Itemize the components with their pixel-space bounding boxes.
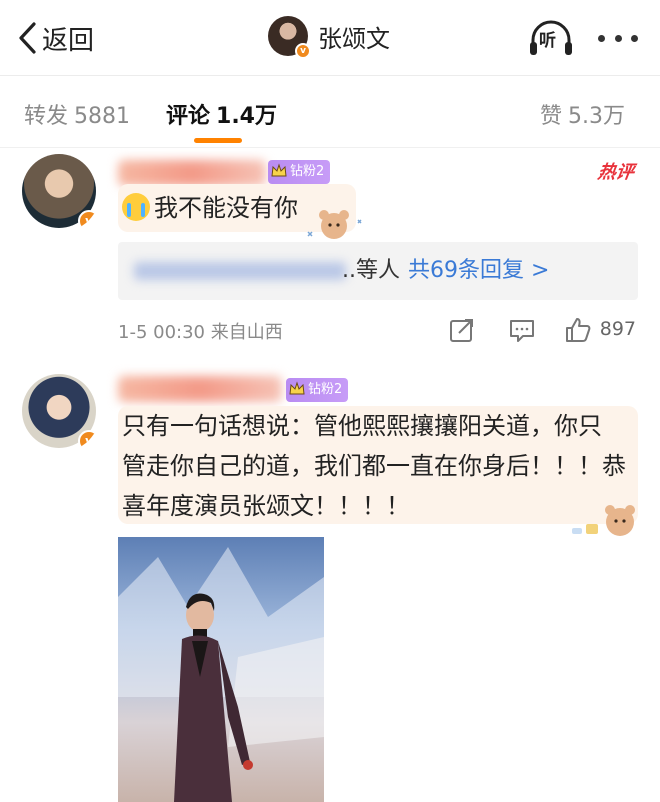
comment-icon[interactable] [508, 316, 536, 344]
tab-comments[interactable]: 评论 1.4万 [166, 98, 277, 130]
avatar-frame: v [22, 154, 100, 232]
hot-comment-badge: 热评 [596, 162, 636, 183]
replies-users-blurred [134, 262, 346, 280]
share-icon[interactable] [448, 316, 476, 344]
chevron-left-icon [19, 22, 36, 54]
back-label: 返回 [42, 25, 95, 56]
more-icon [614, 34, 622, 42]
fan-badge: 钻粉2 [286, 378, 349, 402]
comment-text-line: 管走你自己的道，我们都一直在你身后！！！恭 [122, 452, 626, 480]
active-tab-indicator [194, 138, 242, 143]
fan-badge: 钻粉2 [268, 160, 331, 184]
comment-photo[interactable] [118, 537, 324, 802]
avatar[interactable]: v [22, 154, 100, 232]
replies-prefix: ..等人 [342, 258, 400, 283]
avatar-frame: v [22, 374, 100, 452]
more-icon [598, 34, 605, 42]
interaction-tabs: 转发 5881 评论 1.4万 赞 5.3万 [0, 76, 660, 148]
replies-summary: ..等人 共69条回复 > [342, 242, 549, 300]
tab-comments-count: 1.4万 [216, 104, 277, 129]
bear-sticker-icon [307, 210, 362, 239]
comment-text-content: 我不能没有你 [154, 194, 298, 222]
view-replies-link[interactable]: 共69条回复 > [408, 258, 549, 283]
tab-likes-label: 赞 [540, 104, 563, 129]
person-photo-image [118, 537, 324, 802]
tab-likes[interactable]: 赞 5.3万 [540, 98, 625, 130]
comment-text-line: 喜年度演员张颂文！！！！ [122, 492, 410, 520]
username-blurred[interactable] [118, 376, 282, 402]
crown-icon [289, 381, 305, 395]
comment-meta-row: 1-5 00:30 来自山西 897 [118, 316, 638, 346]
like-count: 897 [599, 318, 636, 340]
nav-title-group[interactable]: v 张颂文 [268, 16, 390, 59]
tab-comments-label: 评论 [166, 104, 211, 129]
comment-bubble: 只有一句话想说：管他熙熙攘攘阳关道，你只 管走你自己的道，我们都一直在你身后！！… [118, 406, 638, 524]
comment-item: v 钻粉2 只有一句话想说：管他熙熙攘攘阳关道，你只 管走你自己的道，我们都一直… [0, 360, 660, 802]
crown-icon [271, 163, 287, 177]
more-icon [631, 34, 638, 42]
tab-likes-count: 5.3万 [568, 104, 626, 129]
comment-item: v 钻粉2 热评 我不能没有你 ..等人 共69条回复 > 1-5 00:30 来… [0, 148, 660, 360]
like-icon[interactable] [564, 316, 592, 344]
bear-sticker-icon [572, 505, 635, 536]
avatar: v [268, 16, 311, 59]
fan-badge-label: 钻粉2 [290, 164, 325, 179]
comment-text-line: 只有一句话想说：管他熙熙攘攘阳关道，你只 [122, 412, 602, 440]
avatar[interactable]: v [22, 374, 100, 452]
comment-timestamp: 1-5 00:30 来自山西 [118, 322, 283, 343]
username-blurred[interactable] [118, 160, 266, 186]
more-button[interactable] [598, 24, 638, 52]
page-title: 张颂文 [318, 24, 390, 53]
tab-repost-count: 5881 [74, 104, 131, 129]
comment-text: 我不能没有你 [122, 193, 298, 222]
tab-repost-label: 转发 [24, 104, 69, 129]
back-button[interactable]: 返回 [16, 18, 94, 58]
listen-button[interactable]: 听 [528, 18, 574, 58]
tab-repost[interactable]: 转发 5881 [24, 98, 130, 130]
listen-label: 听 [539, 31, 556, 51]
crying-emoji-icon [122, 193, 150, 221]
verified-icon: v [78, 210, 100, 232]
verified-icon: v [295, 43, 311, 59]
top-nav-bar: 返回 v 张颂文 听 [0, 0, 660, 76]
replies-preview[interactable]: ..等人 共69条回复 > [118, 242, 638, 300]
fan-badge-label: 钻粉2 [308, 382, 343, 397]
verified-icon: v [78, 430, 100, 452]
